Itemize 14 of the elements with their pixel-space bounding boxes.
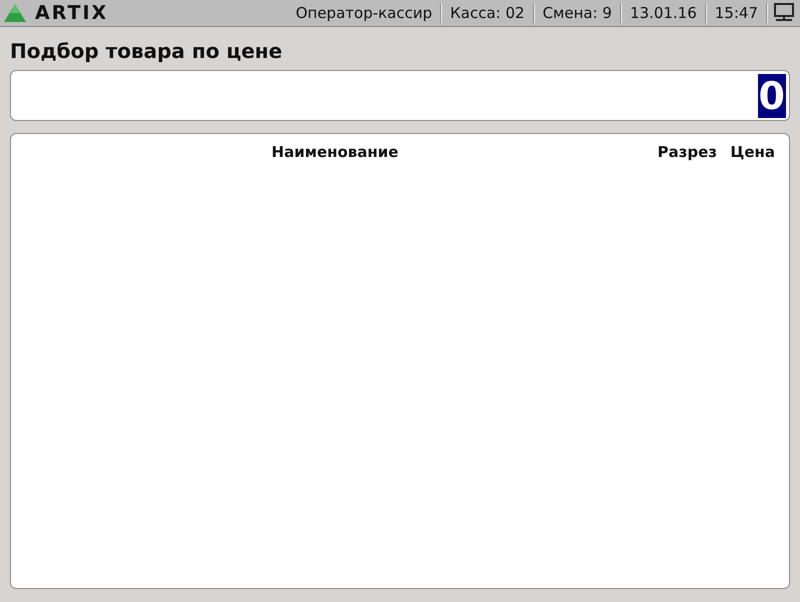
status-text: 13.01.16 (628, 2, 698, 24)
status-text: Оператор-кассир (294, 2, 434, 24)
column-header: Разрез (656, 142, 717, 163)
page-title: Подбор товара по цене (10, 38, 284, 64)
column-header: Наименование (270, 142, 400, 163)
input-value: 0 (758, 74, 786, 118)
network-icon[interactable] (774, 3, 794, 23)
price-input-field[interactable]: 0 (10, 70, 790, 121)
status-text: 15:47 (714, 2, 759, 24)
status-text: Касса: 02 (449, 2, 526, 24)
logo-text: ARTIX (35, 0, 108, 26)
column-header: Цена (729, 142, 775, 163)
logo-icon (3, 3, 27, 23)
status-text: Смена: 9 (542, 2, 613, 24)
